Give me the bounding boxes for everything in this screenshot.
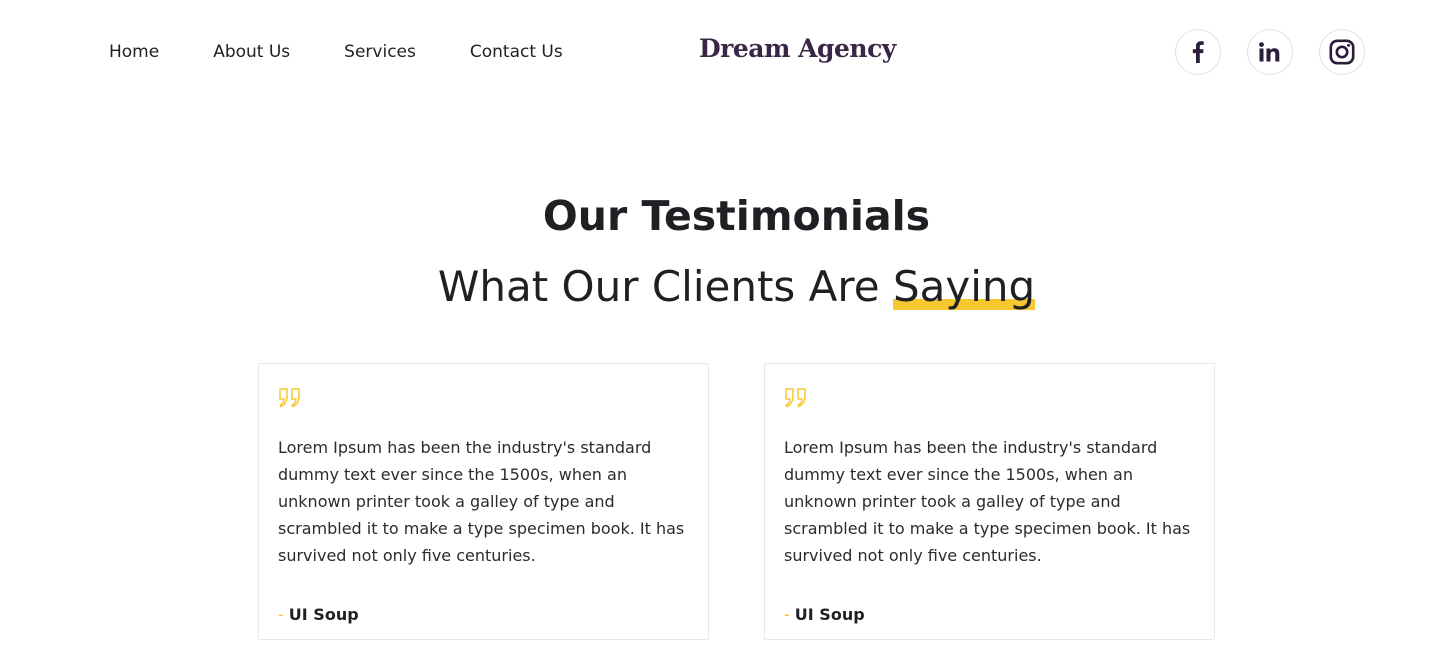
section-subtitle-prefix: What Our Clients Are [437, 262, 893, 311]
quote-icon [278, 388, 690, 412]
main-nav: Home About Us Services Contact Us [109, 41, 563, 63]
nav-link-home[interactable]: Home [109, 41, 159, 63]
instagram-button[interactable] [1319, 29, 1365, 75]
testimonial-text: Lorem Ipsum has been the industry's stan… [278, 438, 685, 565]
brand-logo[interactable]: Dream Agency [699, 32, 896, 66]
testimonial-author: - UI Soup [278, 604, 690, 626]
testimonial-card: Lorem Ipsum has been the industry's stan… [764, 363, 1215, 640]
author-name: UI Soup [794, 605, 865, 624]
linkedin-icon [1259, 42, 1281, 62]
site-header: Home About Us Services Contact Us Dream … [0, 0, 1453, 104]
testimonial-text: Lorem Ipsum has been the industry's stan… [784, 438, 1191, 565]
section-subtitle-highlight: Saying [892, 258, 1036, 316]
linkedin-button[interactable] [1247, 29, 1293, 75]
testimonial-card: Lorem Ipsum has been the industry's stan… [258, 363, 709, 640]
author-dash: - [278, 605, 284, 624]
author-dash: - [784, 605, 790, 624]
facebook-button[interactable] [1175, 29, 1221, 75]
author-name: UI Soup [288, 605, 359, 624]
nav-link-services[interactable]: Services [344, 41, 416, 63]
nav-link-contact-us[interactable]: Contact Us [470, 41, 563, 63]
section-title: Our Testimonials [542, 192, 931, 240]
testimonial-author: - UI Soup [784, 604, 1196, 626]
facebook-icon [1192, 41, 1204, 63]
instagram-icon [1329, 39, 1355, 65]
nav-link-about-us[interactable]: About Us [213, 41, 290, 63]
testimonials-list: Lorem Ipsum has been the industry's stan… [258, 363, 1215, 640]
social-links [1175, 29, 1365, 75]
section-subtitle: What Our Clients Are Saying [0, 258, 1453, 316]
quote-icon [784, 388, 1196, 412]
